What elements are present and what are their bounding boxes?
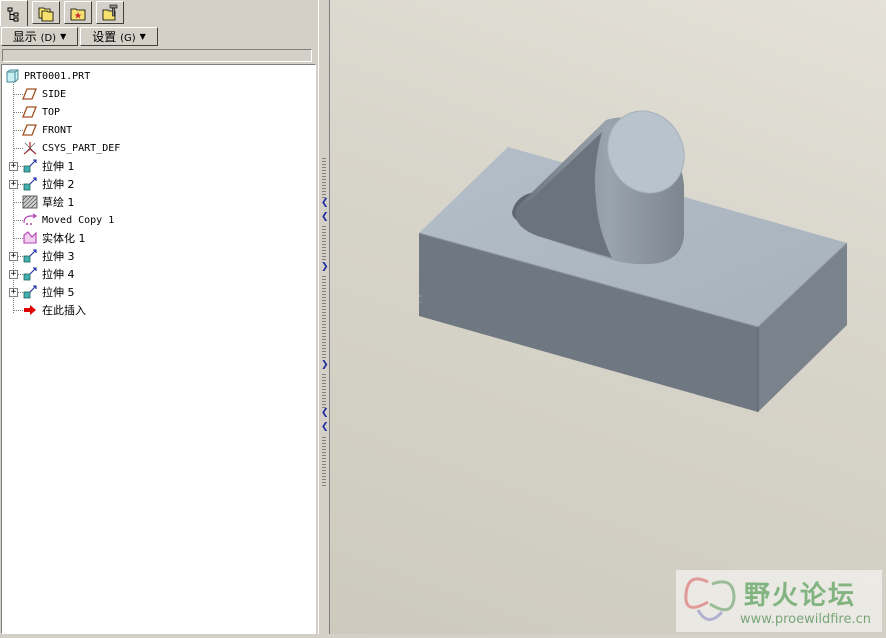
tree-item-side[interactable]: SIDE: [22, 85, 66, 103]
datum-plane-icon: [22, 106, 37, 118]
tree-item-extrude-4[interactable]: 拉伸 4: [22, 265, 75, 283]
chevron-left-icon[interactable]: ❮: [321, 408, 329, 418]
settings-menu-label: 设置 (G): [92, 30, 136, 44]
3d-part-model[interactable]: [330, 0, 886, 636]
watermark-title: 野火论坛: [744, 581, 857, 611]
tree-item-label: 实体化 1: [42, 232, 86, 245]
splitter-grip: [322, 226, 326, 260]
expand-toggle[interactable]: +: [9, 252, 18, 261]
tree-root-item[interactable]: PRT0001.PRT: [4, 67, 90, 85]
tree-item-label: 拉伸 2: [42, 178, 75, 191]
tree-item-label: TOP: [42, 106, 61, 118]
tree-item-moved-copy-1[interactable]: Moved Copy 1: [22, 211, 114, 229]
datum-plane-icon: [22, 88, 37, 100]
tree-item-front[interactable]: FRONT: [22, 121, 72, 139]
sketch-icon: [22, 195, 38, 209]
chevron-down-icon: ▼: [60, 32, 67, 41]
chevron-down-icon: ▼: [139, 32, 146, 41]
tree-item-top[interactable]: TOP: [22, 103, 60, 121]
tab-connections[interactable]: [96, 1, 124, 24]
chevron-left-icon[interactable]: ❮: [321, 212, 329, 222]
connections-icon: [102, 4, 118, 20]
part-icon: [6, 69, 19, 83]
extrude-icon: [23, 249, 37, 263]
tree-item-sketch-1[interactable]: 草绘 1: [22, 193, 75, 211]
moved-copy-icon: [23, 213, 38, 225]
chevron-right-icon[interactable]: ❯: [321, 262, 329, 272]
forum-logo-icon: [684, 577, 736, 621]
tab-model-tree[interactable]: [0, 0, 28, 26]
tree-item-label: 拉伸 1: [42, 160, 75, 173]
tree-item-label: CSYS_PART_DEF: [42, 142, 121, 154]
folder-browser-icon: [38, 7, 54, 21]
chevron-right-icon[interactable]: ❯: [321, 360, 329, 370]
extrude-icon: [23, 177, 37, 191]
tab-favorites[interactable]: [64, 1, 92, 24]
extrude-icon: [23, 159, 37, 173]
insert-here-arrow-icon: [24, 305, 36, 315]
expand-toggle[interactable]: +: [9, 162, 18, 171]
splitter-grip: [322, 372, 326, 408]
tree-item-label: 在此插入: [42, 304, 86, 317]
panel-splitter[interactable]: ❮ ❮ ❯ ❯ ❮ ❮: [318, 0, 330, 638]
tree-item-extrude-5[interactable]: 拉伸 5: [22, 283, 75, 301]
expand-toggle[interactable]: +: [9, 288, 18, 297]
datum-plane-icon: [22, 124, 37, 136]
tab-folder-browser[interactable]: [32, 1, 60, 24]
chevron-left-icon[interactable]: ❮: [321, 198, 329, 208]
splitter-grip: [322, 276, 326, 358]
favorites-folder-icon: [70, 8, 86, 20]
chevron-left-icon[interactable]: ❮: [321, 422, 329, 432]
display-menu-label: 显示 (D): [12, 30, 57, 44]
tree-item-extrude-1[interactable]: 拉伸 1: [22, 157, 75, 175]
watermark-url: www.proewildfire.cn: [740, 612, 871, 627]
expand-toggle[interactable]: +: [9, 270, 18, 279]
tree-item-insert-here[interactable]: 在此插入: [22, 301, 86, 319]
extrude-icon: [23, 285, 37, 299]
filter-strip: [2, 49, 312, 62]
coordinate-system-icon: [23, 142, 37, 155]
extrude-icon: [23, 267, 37, 281]
expand-toggle[interactable]: +: [9, 180, 18, 189]
navigator-tab-bar: [0, 0, 318, 26]
tree-item-label: 拉伸 5: [42, 286, 75, 299]
settings-menu-button[interactable]: 设置 (G) ▼: [80, 27, 158, 46]
model-tree-panel[interactable]: PRT0001.PRT SIDE TOP FRONT CSYS_PART_DEF…: [1, 64, 316, 634]
tree-item-label: 拉伸 4: [42, 268, 75, 281]
splitter-grip: [322, 158, 326, 198]
tree-item-solidify-1[interactable]: 实体化 1: [22, 229, 86, 247]
tree-item-label: FRONT: [42, 124, 73, 136]
tree-item-extrude-2[interactable]: 拉伸 2: [22, 175, 75, 193]
tree-item-label: Moved Copy 1: [42, 214, 115, 226]
tree-item-label: 拉伸 3: [42, 250, 75, 263]
tree-root-label: PRT0001.PRT: [24, 70, 91, 82]
tree-item-extrude-3[interactable]: 拉伸 3: [22, 247, 75, 265]
splitter-grip: [322, 436, 326, 486]
model-tree-icon: [7, 7, 19, 21]
bottom-status-strip: [0, 634, 886, 638]
solidify-icon: [23, 231, 37, 244]
tree-item-label: SIDE: [42, 88, 67, 100]
tree-item-label: 草绘 1: [42, 196, 75, 209]
navigator-menu-row: 显示 (D) ▼ 设置 (G) ▼: [0, 26, 318, 47]
display-menu-button[interactable]: 显示 (D) ▼: [1, 27, 78, 46]
graphics-viewport[interactable]: [330, 0, 886, 636]
tree-item-csys[interactable]: CSYS_PART_DEF: [22, 139, 120, 157]
